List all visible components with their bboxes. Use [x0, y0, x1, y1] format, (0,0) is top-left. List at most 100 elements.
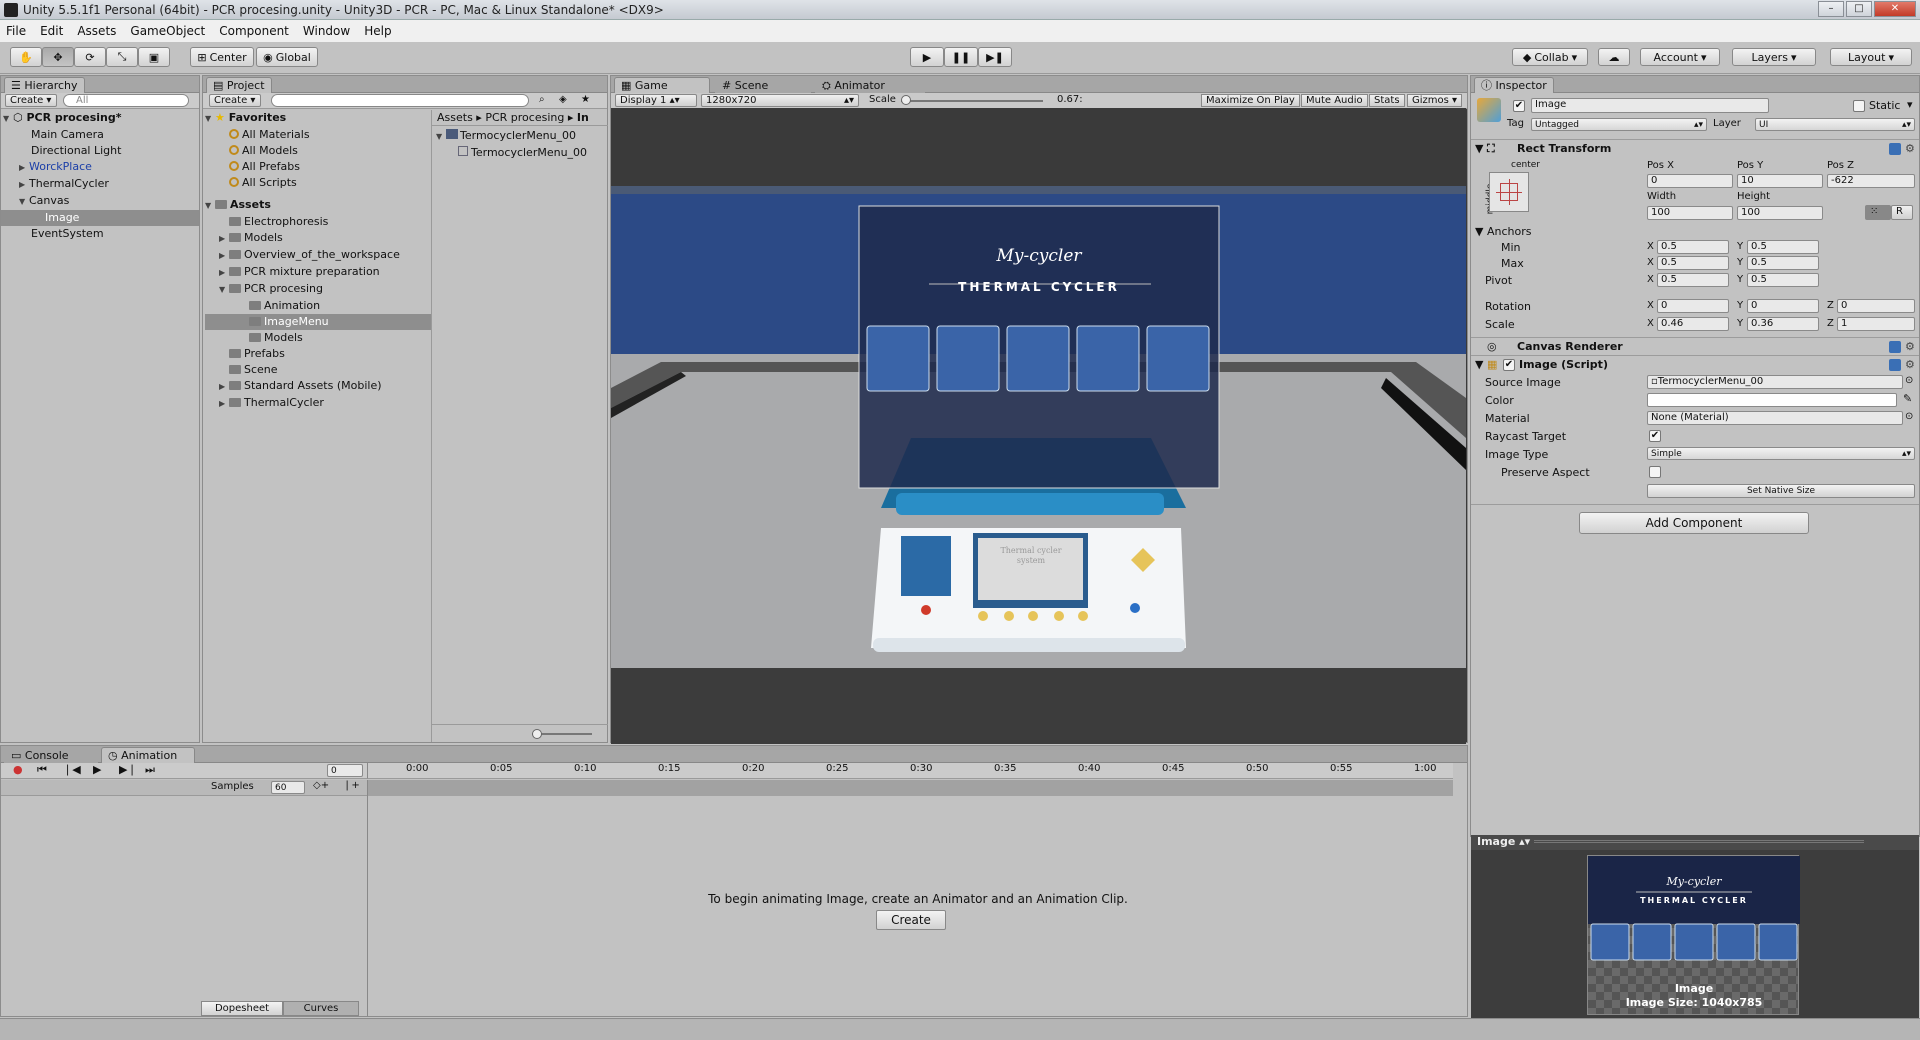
layers-dropdown[interactable]: Layers ▾	[1732, 48, 1816, 66]
scale-slider[interactable]	[901, 100, 1043, 102]
close-button[interactable]: ✕	[1874, 1, 1916, 17]
pause-button[interactable]: ❚❚	[944, 47, 978, 67]
source-image-field[interactable]: ▫TermocyclerMenu_00	[1647, 375, 1903, 389]
folder-imagemenu[interactable]: ImageMenu	[205, 314, 431, 330]
prev-key-icon[interactable]: ❘◀	[63, 763, 81, 776]
dopesheet-tab[interactable]: Dopesheet	[201, 1001, 283, 1016]
assets-section[interactable]: ▼ Assets	[205, 197, 431, 214]
scale-z-field[interactable]: 1	[1837, 317, 1915, 331]
scale-y-field[interactable]: 0.36	[1747, 317, 1819, 331]
game-viewport[interactable]: My-cycler THERMAL CYCLER Thermal cycler …	[611, 108, 1466, 744]
play-animation-icon[interactable]: ▶	[93, 763, 101, 776]
hierarchy-item-image[interactable]: Image	[1, 210, 199, 226]
breadcrumb-pcr[interactable]: PCR procesing	[485, 111, 564, 124]
material-field[interactable]: None (Material)	[1647, 411, 1903, 425]
tab-console[interactable]: ▭ Console	[4, 747, 98, 763]
tab-hierarchy[interactable]: ☰ Hierarchy	[4, 77, 85, 93]
folder-models[interactable]: ▶ Models	[205, 230, 431, 247]
timeline-ruler[interactable]: 0:00 0:05 0:10 0:15 0:20 0:25 0:30 0:35 …	[367, 763, 1453, 779]
file-termocyclermenu[interactable]: ▼ TermocyclerMenu_00	[436, 128, 587, 145]
settings-gear-icon[interactable]: ⚙	[1905, 140, 1915, 157]
account-dropdown[interactable]: Account ▾	[1640, 48, 1720, 66]
pivot-x-field[interactable]: 0.5	[1657, 273, 1729, 287]
anchor-max-x-field[interactable]: 0.5	[1657, 256, 1729, 270]
rect-transform-header[interactable]: ▼ ⛶ Rect Transform ⚙	[1471, 139, 1919, 157]
dopesheet-area[interactable]: To begin animating Image, create an Anim…	[367, 796, 1467, 1016]
raw-edit-button[interactable]: R	[1891, 205, 1913, 220]
rotation-z-field[interactable]: 0	[1837, 299, 1915, 313]
raycast-target-checkbox[interactable]: ✔	[1649, 430, 1661, 442]
frame-field[interactable]: 0	[327, 764, 363, 777]
tag-dropdown[interactable]: Untagged ▴▾	[1531, 118, 1707, 131]
set-native-size-button[interactable]: Set Native Size	[1647, 484, 1915, 498]
gizmos-toggle[interactable]: Gizmos ▾	[1407, 94, 1463, 107]
maximize-on-play-toggle[interactable]: Maximize On Play	[1201, 94, 1300, 107]
favorite-all-models[interactable]: All Models	[205, 143, 431, 159]
settings-gear-icon[interactable]: ⚙	[1905, 356, 1915, 373]
minimize-button[interactable]: –	[1818, 1, 1844, 17]
blueprint-mode-button[interactable]: ⁙	[1865, 205, 1891, 220]
keyframe-track[interactable]	[367, 780, 1453, 796]
folder-models-sub[interactable]: Models	[205, 330, 431, 346]
file-termocyclermenu-sprite[interactable]: TermocyclerMenu_00	[436, 145, 587, 161]
hierarchy-item-thermalcycler[interactable]: ▶ ThermalCycler	[1, 176, 199, 193]
add-keyframe-icon[interactable]: ◇+	[313, 780, 329, 791]
canvas-renderer-header[interactable]: ◎ Canvas Renderer ⚙	[1471, 337, 1919, 355]
folder-overview[interactable]: ▶ Overview_of_the_workspace	[205, 247, 431, 264]
maximize-button[interactable]: □	[1846, 1, 1872, 17]
scale-tool-button[interactable]: ⤡	[106, 47, 138, 67]
scene-root[interactable]: ▼ ⬡ PCR procesing*	[1, 110, 199, 127]
preview-header[interactable]: Image ▴▾	[1471, 835, 1919, 850]
static-checkbox[interactable]	[1853, 100, 1865, 112]
hand-tool-button[interactable]: ✋	[10, 47, 42, 67]
height-field[interactable]: 100	[1737, 206, 1823, 220]
record-icon[interactable]: ●	[13, 763, 23, 776]
color-swatch[interactable]	[1647, 393, 1897, 407]
create-animation-button[interactable]: Create	[876, 910, 946, 930]
object-name-field[interactable]: Image	[1531, 98, 1769, 113]
image-script-header[interactable]: ▼ ▦ ✔ Image (Script) ⚙	[1471, 355, 1919, 373]
rotation-x-field[interactable]: 0	[1657, 299, 1729, 313]
menu-help[interactable]: Help	[364, 24, 391, 38]
project-create-button[interactable]: Create ▾	[209, 94, 261, 107]
favorite-all-materials[interactable]: All Materials	[205, 127, 431, 143]
step-button[interactable]: ▶❚	[978, 47, 1012, 67]
menu-assets[interactable]: Assets	[77, 24, 116, 38]
hierarchy-create-button[interactable]: Create ▾	[5, 94, 57, 107]
scale-slider-handle[interactable]	[901, 95, 911, 105]
folder-prefabs[interactable]: Prefabs	[205, 346, 431, 362]
help-book-icon[interactable]	[1889, 143, 1901, 155]
object-picker-icon[interactable]: ⊙	[1905, 411, 1913, 422]
curves-tab[interactable]: Curves	[283, 1001, 359, 1016]
play-button[interactable]: ▶	[910, 47, 944, 67]
icon-size-handle[interactable]	[532, 729, 542, 739]
menu-component[interactable]: Component	[219, 24, 289, 38]
hierarchy-search-input[interactable]: All	[63, 94, 189, 107]
cloud-button[interactable]: ☁	[1598, 48, 1630, 66]
tab-scene[interactable]: # Scene	[715, 77, 811, 93]
favorite-all-scripts[interactable]: All Scripts	[205, 175, 431, 191]
folder-thermalcycler[interactable]: ▶ ThermalCycler	[205, 395, 431, 412]
anchor-min-x-field[interactable]: 0.5	[1657, 240, 1729, 254]
image-type-dropdown[interactable]: Simple ▴▾	[1647, 447, 1915, 460]
menu-edit[interactable]: Edit	[40, 24, 63, 38]
settings-gear-icon[interactable]: ⚙	[1905, 338, 1915, 355]
samples-field[interactable]: 60	[271, 781, 305, 794]
folder-pcr-mixture[interactable]: ▶ PCR mixture preparation	[205, 264, 431, 281]
pivot-center-button[interactable]: ⊞ Center	[190, 47, 254, 67]
search-by-type-icon[interactable]: ⌕	[539, 94, 545, 105]
favorite-star-icon[interactable]: ★	[581, 94, 590, 105]
scale-x-field[interactable]: 0.46	[1657, 317, 1729, 331]
project-search-input[interactable]	[271, 94, 529, 107]
tab-inspector[interactable]: ⓘ Inspector	[1474, 77, 1554, 93]
tab-game[interactable]: ▦ Game	[614, 77, 710, 93]
resolution-dropdown[interactable]: 1280x720 ▴▾	[701, 94, 859, 107]
collab-dropdown[interactable]: ◆ Collab ▾	[1512, 48, 1588, 66]
tab-project[interactable]: ▤ Project	[206, 77, 272, 93]
hierarchy-item-main-camera[interactable]: Main Camera	[1, 127, 199, 143]
first-key-icon[interactable]: ⏮	[37, 763, 47, 777]
static-dropdown-arrow[interactable]: ▾	[1907, 98, 1913, 111]
preserve-aspect-checkbox[interactable]	[1649, 466, 1661, 478]
pivot-y-field[interactable]: 0.5	[1747, 273, 1819, 287]
image-enabled-checkbox[interactable]: ✔	[1503, 359, 1515, 371]
